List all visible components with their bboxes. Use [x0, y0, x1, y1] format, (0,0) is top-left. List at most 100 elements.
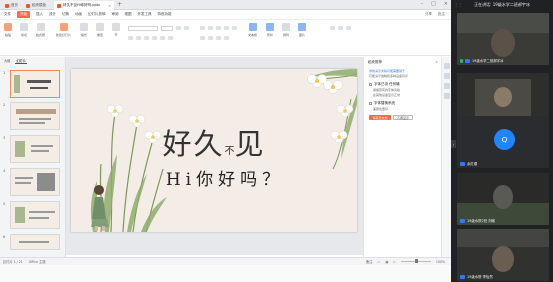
shape-button[interactable]: 形状	[266, 23, 274, 37]
replace-icon[interactable]	[338, 26, 343, 30]
tab-outline[interactable]: 大纲	[3, 58, 11, 63]
participant-tile[interactable]: 19级水院2班 刘曦	[457, 173, 549, 225]
participant-tile[interactable]: 19级水学二班郝宇冰	[457, 13, 549, 65]
slide-thumbnail-4[interactable]	[10, 168, 60, 196]
slide-thumbnail-2[interactable]	[10, 102, 60, 130]
menu-features[interactable]: 特色功能	[158, 12, 172, 17]
menu-slideshow[interactable]: 幻灯片放映	[88, 12, 106, 17]
maximize-icon[interactable]: □	[431, 1, 436, 7]
checkbox-icon	[369, 83, 372, 86]
rail-format-icon[interactable]	[444, 83, 450, 89]
paste-button[interactable]: 粘贴	[4, 23, 12, 37]
collapse-panel-icon[interactable]: ‹	[451, 140, 456, 148]
participant-tile[interactable]: Q 余红缨	[457, 116, 549, 168]
reset-icon	[96, 23, 104, 31]
format-painter-button[interactable]: 格式刷	[36, 23, 45, 37]
share-button[interactable]: 分享	[425, 12, 432, 17]
justify-icon[interactable]	[224, 36, 229, 40]
select-icon[interactable]	[346, 26, 351, 30]
option-keep-font[interactable]: 字体已设 任何输	[369, 82, 400, 87]
grow-font-icon[interactable]	[176, 26, 181, 30]
current-slide[interactable]: 好久不见 Hi你好吗？	[71, 69, 357, 232]
bullets-icon[interactable]	[200, 26, 205, 30]
rail-animation-icon[interactable]	[444, 73, 450, 79]
find-icon[interactable]	[330, 26, 335, 30]
arrange-button[interactable]: 排列	[282, 23, 290, 37]
close-pane-icon[interactable]: ×	[435, 60, 438, 64]
picture-button[interactable]: 图片	[298, 23, 306, 37]
superscript-icon[interactable]	[160, 36, 165, 40]
dont-show-button[interactable]: 不再显示	[393, 115, 413, 120]
zoom-slider[interactable]	[400, 259, 431, 263]
role-badge-icon	[460, 161, 465, 166]
slide-editing-canvas[interactable]: 好久不见 Hi你好吗？	[66, 57, 363, 255]
tab-document-label: 好久不见Hi你好吗.pptx	[63, 3, 101, 7]
slide-thumbnail-6[interactable]	[10, 234, 60, 250]
underline-icon[interactable]	[144, 36, 149, 40]
save-to-doc-button[interactable]: 保存至文档	[369, 115, 391, 120]
font-size-select[interactable]	[161, 25, 173, 31]
shape-icon	[266, 23, 274, 31]
reading-view-icon[interactable]: ▷	[393, 260, 395, 264]
layout-button[interactable]: 版式	[80, 23, 88, 37]
align-center-icon[interactable]	[208, 36, 213, 40]
menu-developer[interactable]: 开发工具	[138, 12, 152, 17]
new-tab-button[interactable]: +	[117, 1, 122, 8]
menu-design[interactable]: 设计	[49, 12, 56, 17]
rail-settings-icon[interactable]	[444, 93, 450, 99]
tab-template[interactable]: 稻壳模板	[23, 1, 51, 10]
rail-object-icon[interactable]	[444, 63, 450, 69]
close-window-icon[interactable]: ×	[444, 1, 448, 7]
minimize-icon[interactable]: –	[421, 1, 424, 7]
line-spacing-icon[interactable]	[232, 26, 237, 30]
shrink-font-icon[interactable]	[184, 26, 189, 30]
option-replace-font[interactable]: 字体替换系统	[369, 101, 395, 106]
section-button[interactable]: 节	[112, 23, 120, 37]
align-left-icon[interactable]	[200, 36, 205, 40]
slide-title-part-b: 见	[234, 127, 266, 161]
reset-button[interactable]: 重置	[96, 23, 104, 37]
comment-button[interactable]: 批注	[438, 12, 445, 17]
indent-icon[interactable]	[216, 26, 221, 30]
tab-slides[interactable]: 幻灯片	[15, 58, 27, 64]
menu-transition[interactable]: 切换	[62, 12, 69, 17]
slide-thumbnail-1[interactable]	[10, 70, 60, 98]
slide-thumbnail-5[interactable]	[10, 201, 60, 229]
font-name-select[interactable]	[128, 25, 158, 31]
paragraph-controls	[200, 25, 237, 31]
close-tab-icon[interactable]: ×	[108, 4, 111, 8]
participant-name: 19级水学二班郝宇冰	[472, 59, 504, 63]
slide-thumbnail-3[interactable]	[10, 135, 60, 163]
pane-notice-line-1[interactable]: 你的演示文稿可能需要用于	[369, 69, 405, 73]
sorter-view-icon[interactable]: ▦	[385, 260, 388, 264]
menu-view[interactable]: 视图	[125, 12, 132, 17]
new-slide-button[interactable]: 新建幻灯片	[56, 23, 71, 37]
participant-avatar: Q	[494, 129, 515, 150]
slide-title[interactable]: 好久不见	[71, 121, 357, 163]
participant-tile[interactable]: 19级水院 李怡然	[457, 229, 549, 281]
slide-subtitle[interactable]: Hi你好吗？	[71, 165, 357, 190]
normal-view-icon[interactable]: ▭	[377, 260, 380, 264]
layout-icon	[80, 23, 88, 31]
outdent-icon[interactable]	[224, 26, 229, 30]
font-color-icon[interactable]	[168, 36, 173, 40]
cut-button[interactable]: 剪切	[20, 23, 28, 37]
option-keep-font-desc-1: 保留原有的字体风格	[373, 88, 401, 92]
presentation-app-window: 首页 稻壳模板 好久不见Hi你好吗.pptx × + – □ × 文件 开始 插…	[0, 0, 451, 282]
tab-home[interactable]: 首页	[2, 1, 22, 10]
textbox-button[interactable]: 文本框	[248, 23, 257, 37]
menu-home[interactable]: 开始	[17, 11, 30, 18]
notes-button[interactable]: 备注	[366, 259, 372, 264]
menu-review[interactable]: 审阅	[112, 12, 119, 17]
menu-file[interactable]: 文件	[4, 12, 11, 17]
align-right-icon[interactable]	[216, 36, 221, 40]
menu-insert[interactable]: 插入	[36, 12, 43, 17]
italic-icon[interactable]	[136, 36, 141, 40]
menu-bar: 文件 开始 插入 设计 切换 动画 幻灯片放映 审阅 视图 开发工具 特色功能 …	[0, 10, 451, 20]
numbering-icon[interactable]	[208, 26, 213, 30]
strikethrough-icon[interactable]	[152, 36, 157, 40]
bold-icon[interactable]	[128, 36, 133, 40]
section-label: 节	[114, 33, 118, 37]
tab-document[interactable]: 好久不见Hi你好吗.pptx ×	[54, 1, 114, 10]
menu-animation[interactable]: 动画	[75, 12, 82, 17]
